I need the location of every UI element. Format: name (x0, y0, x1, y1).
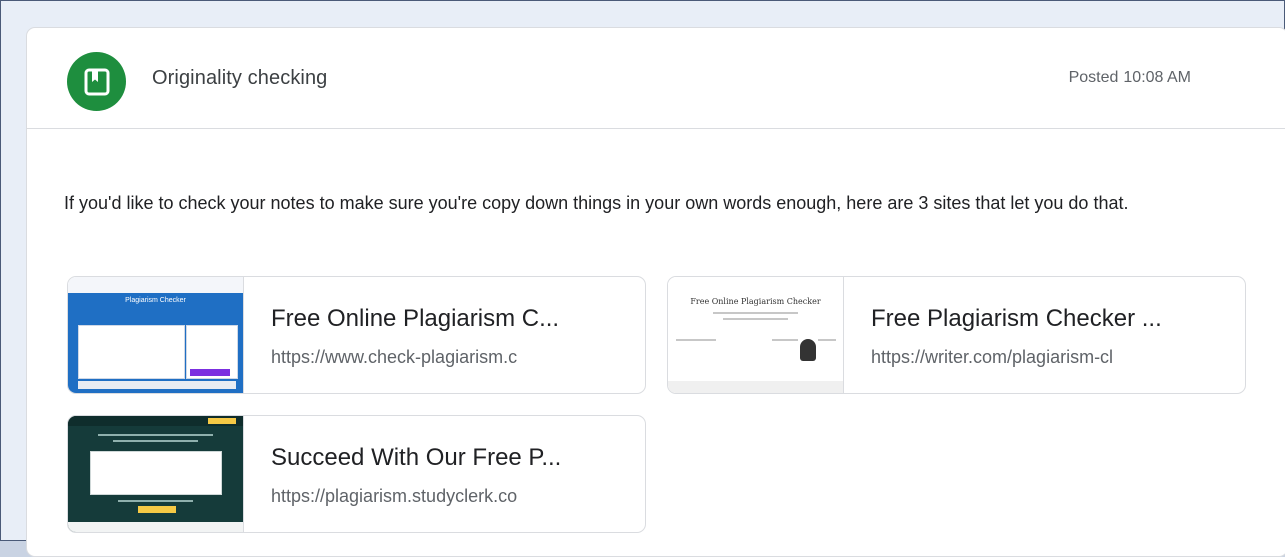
thumbnail-button (190, 369, 230, 376)
post-header[interactable]: Originality checking Posted 10:08 AM (27, 28, 1285, 129)
attachment-title: Succeed With Our Free P... (271, 444, 562, 471)
page-frame: Originality checking Posted 10:08 AM If y… (0, 0, 1285, 557)
attachment-thumbnail[interactable] (68, 416, 244, 532)
post-title: Originality checking (152, 67, 328, 89)
attachment-url: https://plagiarism.studyclerk.co (271, 486, 518, 506)
attachment-url: https://writer.com/plagiarism-cl (871, 347, 1114, 367)
posted-label: Posted (1068, 69, 1119, 86)
attachment-title: Free Plagiarism Checker ... (871, 305, 1162, 332)
attachment-link-1[interactable]: Plagiarism Checker Free Online Plagiaris… (67, 276, 646, 394)
thumbnail-line (98, 434, 213, 436)
thumbnail-badge (208, 418, 236, 424)
thumbnail-bottom (68, 522, 243, 532)
thumbnail-line (676, 339, 716, 341)
thumbnail-line (818, 339, 836, 341)
thumbnail-line (723, 318, 788, 320)
thumbnail-bar (78, 381, 236, 389)
thumbnail-topbar (68, 277, 243, 293)
attachment-thumbnail[interactable]: Free Online Plagiarism Checker (668, 277, 844, 393)
thumbnail-heading: Free Online Plagiarism Checker (690, 297, 821, 306)
thumbnail-line (713, 312, 798, 314)
post-body: If you'd like to check your notes to mak… (64, 193, 1129, 213)
thumbnail-heading: Plagiarism Checker (125, 297, 186, 304)
thumbnail-panel (90, 451, 222, 495)
attachment-url: https://www.check-plagiarism.c (271, 347, 518, 367)
thumbnail-button (138, 506, 176, 513)
thumbnail-figure (800, 339, 816, 361)
bookmark-icon (84, 68, 110, 96)
posted-time-value: 10:08 AM (1123, 69, 1191, 86)
stream-post-card: Originality checking Posted 10:08 AM If y… (26, 27, 1285, 557)
thumbnail-text-box (78, 325, 185, 379)
thumbnail-line (772, 339, 798, 341)
attachment-thumbnail[interactable]: Plagiarism Checker (68, 277, 244, 393)
material-avatar (67, 52, 126, 111)
thumbnail-line (118, 500, 193, 502)
attachment-title: Free Online Plagiarism C... (271, 305, 560, 332)
attachment-link-2[interactable]: Free Online Plagiarism Checker Free Plag… (667, 276, 1246, 394)
posted-time: Posted 10:08 AM (1069, 69, 1191, 87)
thumbnail-footer (668, 381, 843, 393)
thumbnail-line (113, 440, 198, 442)
attachment-link-3[interactable]: Succeed With Our Free P... https://plagi… (67, 415, 646, 533)
